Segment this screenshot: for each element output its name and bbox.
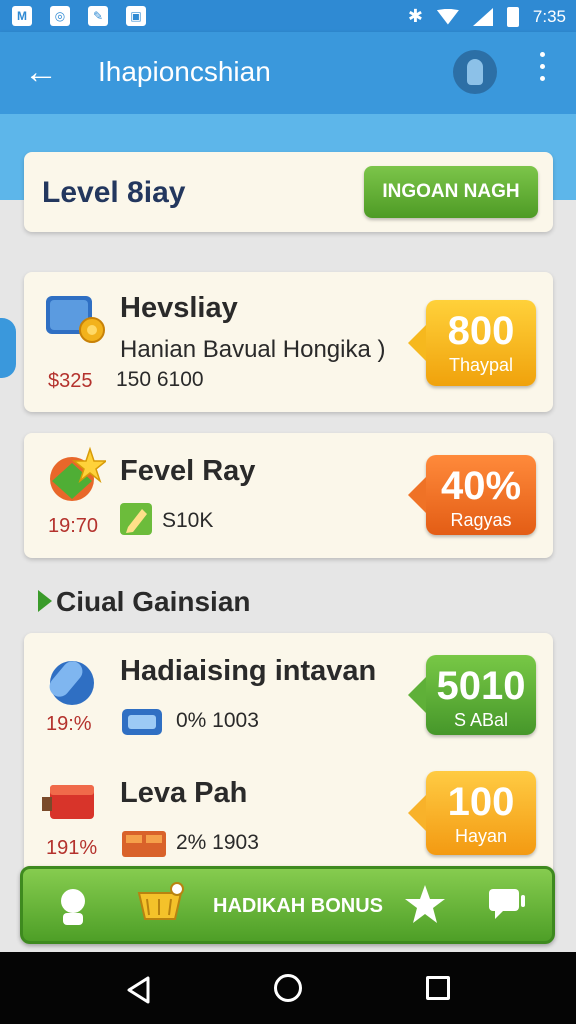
bell-icon <box>467 59 483 85</box>
level-card: Level 8iay INGOAN NAGH <box>24 152 553 232</box>
bonus-tab-label[interactable]: HADIKAH BONUS <box>213 895 383 918</box>
app-icon: ✎ <box>88 6 108 26</box>
reward-badge[interactable]: 800 Thaypal <box>408 300 536 386</box>
system-recents-icon[interactable] <box>426 976 450 1000</box>
badge-value: 5010 <box>436 664 526 708</box>
offer-price: $325 <box>48 370 93 392</box>
badge-value: 100 <box>447 780 515 824</box>
star-gem-icon <box>50 446 106 501</box>
badge-label: Thaypal <box>448 355 514 375</box>
section-card: Hadiaising intavan 19:% 0% 1003 5010 S A… <box>24 633 553 895</box>
reward-badge[interactable]: 5010 S ABal <box>408 655 536 735</box>
offer-sub-value: 0% 1003 <box>176 709 259 732</box>
section-title: Ciual Gainsian <box>56 586 251 617</box>
offer-card[interactable]: Hevsliay Hanian Bavual Hongika ) $325 15… <box>24 272 553 412</box>
profile-icon[interactable] <box>53 885 93 927</box>
offer-card[interactable]: Fevel Ray 19:70 S10K 40% Ragyas <box>24 433 553 558</box>
status-bar: M ◎ ✎ ▣ ✱ 7:35 <box>0 0 576 32</box>
offer-price: 19:70 <box>48 515 99 537</box>
offer-title: Hadiaising intavan <box>120 655 377 687</box>
back-arrow-icon[interactable]: ← <box>24 52 58 92</box>
battery-icon <box>506 6 519 27</box>
signal-icon <box>472 7 493 26</box>
offer-sub-value: 2% 1903 <box>176 831 259 854</box>
wallet-icon <box>46 296 105 343</box>
offer-title: Hevsliay <box>120 292 238 324</box>
bricks-icon <box>122 831 166 857</box>
offer-sub-value: S10K <box>162 509 214 532</box>
system-home-icon[interactable] <box>274 974 302 1002</box>
bottom-nav: HADIKAH BONUS <box>20 866 555 944</box>
star-badge-icon[interactable] <box>403 883 447 927</box>
system-nav-bar <box>0 952 576 1024</box>
level-title: Level 8iay <box>42 176 186 209</box>
offer-title: Leva Pah <box>120 777 248 809</box>
offer-title: Fevel Ray <box>120 455 256 487</box>
whatsapp-icon: ◎ <box>50 6 70 26</box>
badge-label: Hayan <box>454 826 508 846</box>
side-drawer-handle[interactable] <box>0 318 16 378</box>
badge-value: 800 <box>447 309 515 353</box>
status-left-icons: M ◎ ✎ ▣ <box>12 6 146 26</box>
offer-price: 191% <box>46 837 98 859</box>
offer-sub-value: 150 6100 <box>116 368 204 391</box>
red-box-icon <box>42 785 94 819</box>
bluetooth-icon: ✱ <box>407 6 423 26</box>
pencil-icon <box>120 503 152 535</box>
play-icon <box>38 590 52 612</box>
badge-label: Ragyas <box>450 510 512 530</box>
system-back-icon[interactable] <box>126 976 152 1004</box>
badge-value: 40% <box>440 464 522 508</box>
reward-badge[interactable]: 40% Ragyas <box>408 455 536 535</box>
offer-price: 19:% <box>46 713 92 735</box>
gallery-icon: ▣ <box>126 6 146 26</box>
capsule-icon <box>49 661 94 705</box>
level-action-button[interactable]: INGOAN NAGH <box>364 166 538 218</box>
app-title: Ihapioncshian <box>98 56 271 87</box>
status-right-icons: ✱ 7:35 <box>408 6 566 27</box>
wifi-icon <box>436 8 459 25</box>
badge-label: S ABal <box>453 710 509 730</box>
notification-bell-button[interactable] <box>453 50 497 94</box>
status-time: 7:35 <box>532 6 566 26</box>
reward-badge[interactable]: 100 Hayan <box>408 771 536 855</box>
offer-description: Hanian Bavual Hongika ) <box>120 336 386 363</box>
shopping-cart-icon[interactable] <box>135 881 187 927</box>
more-options-icon[interactable] <box>532 52 552 92</box>
app-bar: ← Ihapioncshian <box>0 32 576 114</box>
notification-icon: M <box>12 6 32 26</box>
chat-icon[interactable] <box>487 887 527 921</box>
wallet-icon <box>122 709 162 735</box>
